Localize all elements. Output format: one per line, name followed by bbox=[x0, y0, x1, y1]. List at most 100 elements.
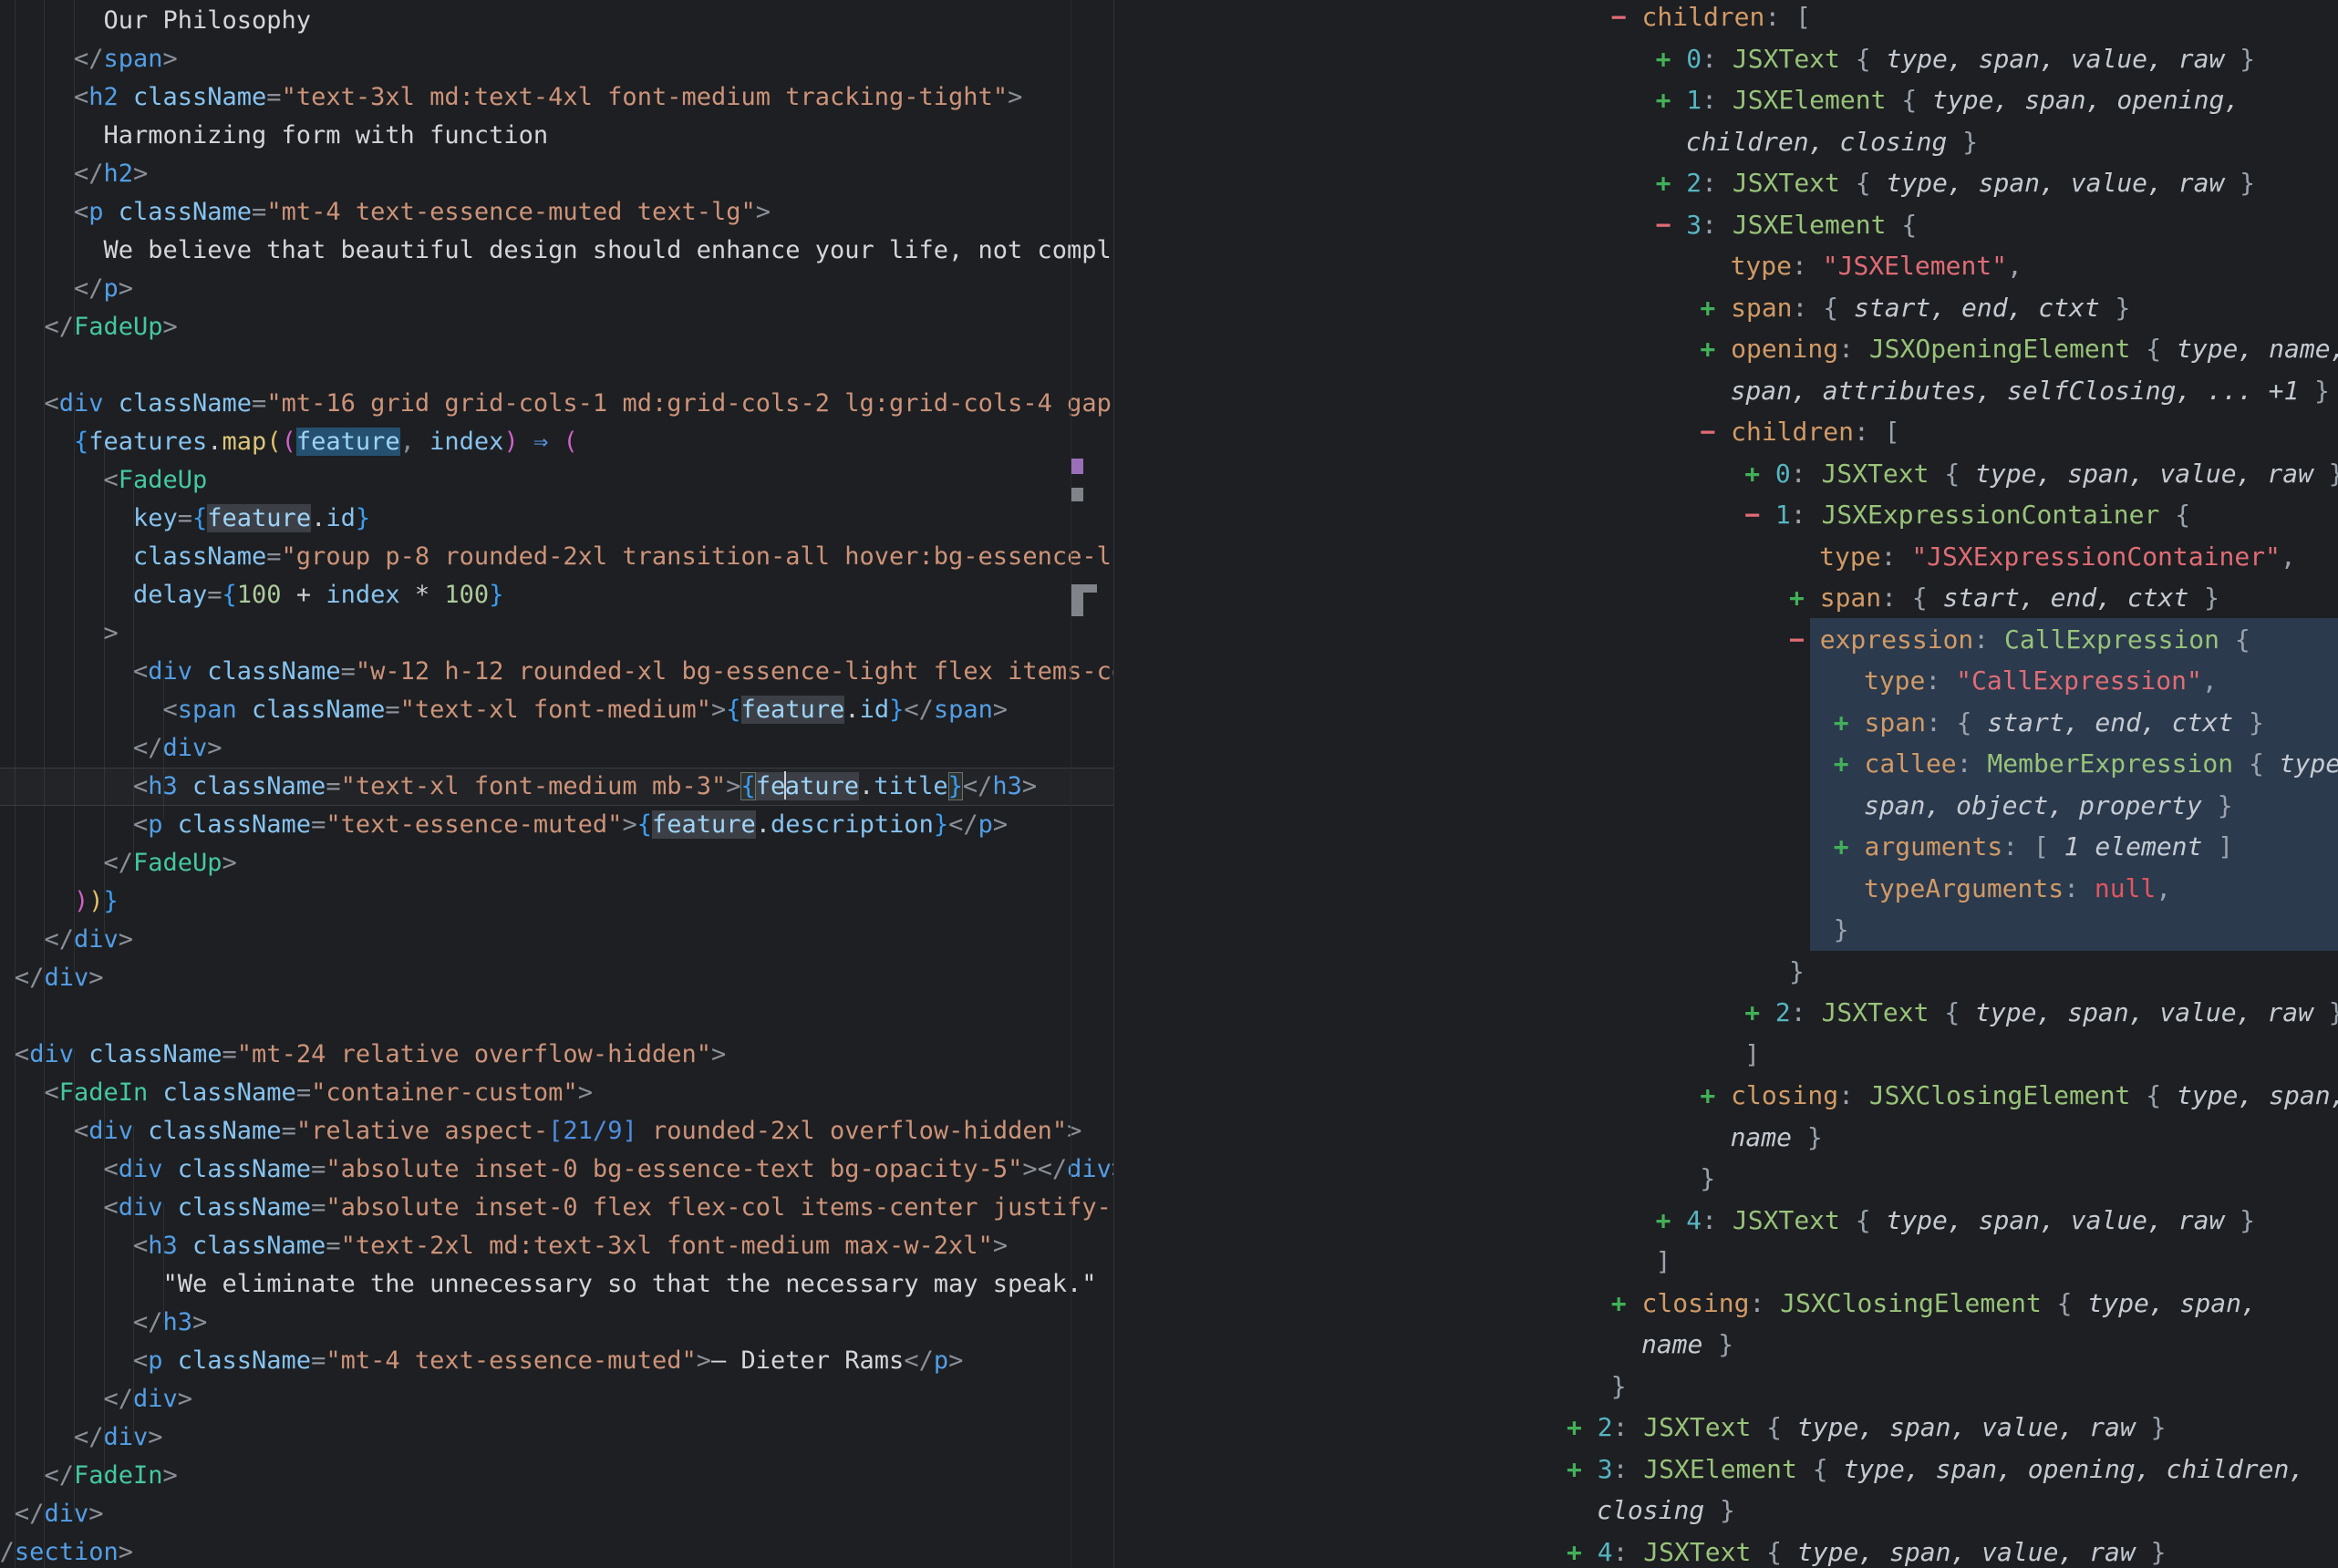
code-line[interactable]: <p className="text-essence-muted">{featu… bbox=[0, 806, 1113, 844]
syntax-token: JSXOpeningElement bbox=[1854, 334, 2130, 364]
syntax-token: : bbox=[1702, 44, 1717, 74]
code-line[interactable]: </div> bbox=[0, 1495, 1113, 1533]
code-line[interactable]: <h2 className="text-3xl md:text-4xl font… bbox=[0, 78, 1113, 117]
syntax-token: , bbox=[2007, 251, 2022, 281]
code-line[interactable] bbox=[0, 997, 1113, 1036]
code-line[interactable]: Harmonizing form with function bbox=[0, 117, 1113, 155]
code-line[interactable]: className="group p-8 rounded-2xl transit… bbox=[0, 538, 1113, 576]
code-line[interactable]: <h3 className="text-xl font-medium mb-3"… bbox=[0, 768, 1113, 806]
ast-node-line[interactable]: typeArguments: null, bbox=[1114, 868, 2338, 910]
code-line[interactable]: </section> bbox=[0, 1533, 1113, 1568]
syntax-token: children bbox=[1627, 2, 1765, 32]
ast-node-line[interactable]: + 3: JSXElement { type, span, opening, c… bbox=[1114, 1449, 2338, 1491]
syntax-token: { bbox=[192, 504, 207, 532]
ast-node-line[interactable]: type: "CallExpression", bbox=[1114, 660, 2338, 702]
code-line[interactable]: delay={100 + index * 100} bbox=[0, 576, 1113, 614]
ast-node-line[interactable]: + 4: JSXText { type, span, value, raw } bbox=[1114, 1200, 2338, 1242]
code-line[interactable] bbox=[0, 346, 1113, 385]
code-line[interactable]: </p> bbox=[0, 270, 1113, 308]
ast-node-line[interactable]: type: "JSXExpressionContainer", bbox=[1114, 536, 2338, 578]
ast-node-line[interactable]: + 0: JSXText { type, span, value, raw } bbox=[1114, 453, 2338, 495]
code-line[interactable]: <div className="w-12 h-12 rounded-xl bg-… bbox=[0, 653, 1113, 691]
code-line[interactable]: <div className="absolute inset-0 bg-esse… bbox=[0, 1150, 1113, 1189]
syntax-token: > bbox=[993, 810, 1008, 839]
code-line[interactable]: </div> bbox=[0, 921, 1113, 959]
ast-node-line[interactable]: } bbox=[1114, 909, 2338, 951]
ast-node-line[interactable]: + 2: JSXText { type, span, value, raw } bbox=[1114, 162, 2338, 204]
ast-node-line[interactable]: + closing: JSXClosingElement { type, spa… bbox=[1114, 1283, 2338, 1325]
ast-node-line[interactable]: span, object, property } bbox=[1114, 785, 2338, 827]
ast-node-line[interactable]: name } bbox=[1114, 1117, 2338, 1159]
ast-node-line[interactable]: + span: { start, end, ctxt } bbox=[1114, 577, 2338, 619]
ast-node-line[interactable]: − 1: JSXExpressionContainer { bbox=[1114, 494, 2338, 536]
code-line[interactable]: </FadeIn> bbox=[0, 1457, 1113, 1495]
ast-node-line[interactable]: closing } bbox=[1114, 1490, 2338, 1532]
syntax-token: </ bbox=[15, 1500, 45, 1528]
ast-node-line[interactable]: − children: [ bbox=[1114, 0, 2338, 38]
ast-node-line[interactable]: + closing: JSXClosingElement { type, spa… bbox=[1114, 1075, 2338, 1117]
syntax-token: : bbox=[1838, 334, 1854, 364]
ast-node-line[interactable]: + span: { start, end, ctxt } bbox=[1114, 702, 2338, 744]
ast-node-line[interactable]: ] bbox=[1114, 1241, 2338, 1283]
syntax-token: </ bbox=[74, 274, 104, 303]
ast-node-line[interactable]: + 0: JSXText { type, span, value, raw } bbox=[1114, 38, 2338, 80]
code-line[interactable]: <FadeUp bbox=[0, 461, 1113, 500]
ast-node-line[interactable]: + 4: JSXText { type, span, value, raw } bbox=[1114, 1532, 2338, 1568]
ast-node-line[interactable]: + 2: JSXText { type, span, value, raw } bbox=[1114, 992, 2338, 1034]
code-line[interactable]: </FadeUp> bbox=[0, 844, 1113, 882]
code-line[interactable]: <div className="mt-24 relative overflow-… bbox=[0, 1036, 1113, 1074]
syntax-token: </ bbox=[904, 1346, 934, 1375]
code-line[interactable]: </div> bbox=[0, 729, 1113, 768]
code-line[interactable]: </div> bbox=[0, 1418, 1113, 1457]
code-line[interactable]: ))} bbox=[0, 882, 1113, 921]
ast-node-line[interactable]: + arguments: [ 1 element ] bbox=[1114, 826, 2338, 868]
ast-node-line[interactable]: − expression: CallExpression { bbox=[1114, 619, 2338, 661]
syntax-token: > bbox=[163, 313, 178, 341]
code-line[interactable]: <div className="mt-16 grid grid-cols-1 m… bbox=[0, 385, 1113, 423]
code-line[interactable]: > bbox=[0, 614, 1113, 653]
syntax-token: CallExpression bbox=[1989, 624, 2219, 655]
code-line[interactable]: key={feature.id} bbox=[0, 500, 1113, 538]
code-line[interactable]: "We eliminate the unnecessary so that th… bbox=[0, 1265, 1113, 1304]
syntax-token: + bbox=[1567, 1454, 1582, 1484]
code-line[interactable]: </FadeUp> bbox=[0, 308, 1113, 346]
syntax-token: + bbox=[1700, 293, 1715, 323]
code-editor-pane[interactable]: Our Philosophy </span> <h2 className="te… bbox=[0, 0, 1113, 1568]
syntax-token: : bbox=[1973, 624, 1989, 655]
code-line[interactable]: </h3> bbox=[0, 1304, 1113, 1342]
syntax-token: = bbox=[326, 772, 340, 800]
ast-node-line[interactable]: ] bbox=[1114, 1034, 2338, 1076]
ast-node-line[interactable]: name } bbox=[1114, 1324, 2338, 1366]
ast-node-line[interactable]: + callee: MemberExpression { type, bbox=[1114, 743, 2338, 785]
ast-tree-panel[interactable]: − children: [+ 0: JSXText { type, span, … bbox=[1114, 0, 2338, 1568]
code-line[interactable]: <div className="relative aspect-[21/9] r… bbox=[0, 1112, 1113, 1150]
ast-node-line[interactable]: type: "JSXElement", bbox=[1114, 245, 2338, 287]
ast-node-line[interactable]: } bbox=[1114, 951, 2338, 993]
ast-node-line[interactable]: + 2: JSXText { type, span, value, raw } bbox=[1114, 1407, 2338, 1449]
syntax-token: callee bbox=[1849, 748, 1957, 779]
ast-node-line[interactable]: + 1: JSXElement { type, span, opening, bbox=[1114, 79, 2338, 121]
code-line[interactable]: </div> bbox=[0, 959, 1113, 997]
ast-node-line[interactable]: + opening: JSXOpeningElement { type, nam… bbox=[1114, 328, 2338, 370]
code-line[interactable]: </h2> bbox=[0, 155, 1113, 193]
code-line[interactable]: <h3 className="text-2xl md:text-3xl font… bbox=[0, 1227, 1113, 1265]
syntax-token: children, closing bbox=[1686, 127, 1948, 157]
code-line[interactable]: <div className="absolute inset-0 flex fl… bbox=[0, 1189, 1113, 1227]
code-line[interactable]: Our Philosophy bbox=[0, 2, 1113, 40]
code-line[interactable]: </span> bbox=[0, 40, 1113, 78]
code-line[interactable]: We believe that beautiful design should … bbox=[0, 232, 1113, 270]
ast-node-line[interactable]: } bbox=[1114, 1366, 2338, 1408]
code-line[interactable]: <FadeIn className="container-custom"> bbox=[0, 1074, 1113, 1112]
code-line[interactable]: <p className="mt-4 text-essence-muted te… bbox=[0, 193, 1113, 232]
ast-node-line[interactable]: } bbox=[1114, 1158, 2338, 1200]
ast-node-line[interactable]: children, closing } bbox=[1114, 121, 2338, 163]
ast-node-line[interactable]: span, attributes, selfClosing, ... +1 } bbox=[1114, 370, 2338, 412]
code-line[interactable]: </div> bbox=[0, 1380, 1113, 1418]
code-line[interactable]: <p className="mt-4 text-essence-muted">—… bbox=[0, 1342, 1113, 1380]
code-line[interactable]: <span className="text-xl font-medium">{f… bbox=[0, 691, 1113, 729]
code-line[interactable]: {features.map((feature, index) ⇒ ( bbox=[0, 423, 1113, 461]
ast-node-line[interactable]: − 3: JSXElement { bbox=[1114, 204, 2338, 246]
ast-node-line[interactable]: + span: { start, end, ctxt } bbox=[1114, 287, 2338, 329]
syntax-token: { bbox=[2130, 334, 2161, 364]
ast-node-line[interactable]: − children: [ bbox=[1114, 411, 2338, 453]
